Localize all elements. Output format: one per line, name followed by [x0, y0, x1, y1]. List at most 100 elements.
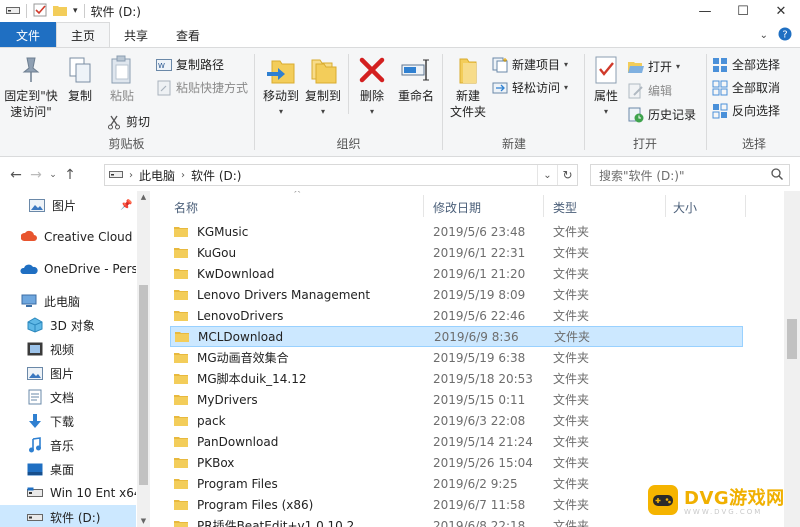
pin-icon: 📌 [120, 200, 133, 211]
new-item-button[interactable]: 新建项目 ▾ [492, 56, 568, 73]
scroll-up-arrow-icon[interactable]: ▲ [137, 193, 150, 201]
address-controls: ⌄ ↻ [537, 165, 577, 185]
nav-item-drive-d[interactable]: 软件 (D:) [0, 505, 136, 527]
nav-item-label: 音乐 [50, 438, 75, 453]
cut-button[interactable]: 剪切 [106, 113, 150, 130]
dropdown-arrow-icon: ▾ [564, 83, 569, 92]
table-row[interactable]: KuGou 2019/6/1 22:31 文件夹 [170, 242, 743, 263]
nav-pane-scrollbar[interactable]: ▲ ▼ [137, 191, 150, 527]
select-none-button[interactable]: 全部取消 [712, 79, 780, 96]
table-row[interactable]: MG脚本duik_14.12 2019/5/18 20:53 文件夹 [170, 368, 743, 389]
nav-item-music[interactable]: 音乐 [0, 433, 136, 457]
delete-button[interactable]: 删除 ▾ [354, 54, 390, 120]
breadcrumb-chevron-icon[interactable]: › [181, 170, 185, 181]
chevron-down-icon[interactable]: ⌄ [760, 30, 768, 41]
file-name: Program Files (x86) [197, 497, 314, 512]
minimize-button[interactable]: — [686, 0, 724, 22]
nav-item-downloads[interactable]: 下载 [0, 409, 136, 433]
properties-button[interactable]: 属性 ▾ [588, 54, 624, 120]
nav-item-this-pc[interactable]: 此电脑 [0, 289, 136, 313]
folder-icon [174, 458, 188, 468]
move-to-icon [265, 54, 297, 86]
scrollbar-thumb[interactable] [139, 285, 148, 485]
history-button[interactable]: 历史记录 [628, 106, 696, 123]
table-row[interactable]: PanDownload 2019/5/14 21:24 文件夹 [170, 431, 743, 452]
breadcrumb-chevron-icon[interactable]: › [129, 170, 133, 181]
nav-item-desktop[interactable]: 桌面 [0, 457, 136, 481]
select-group-label: 选择 [741, 137, 766, 151]
tab-view[interactable]: 查看 [162, 22, 214, 48]
up-arrow-icon[interactable]: ↑ [60, 167, 80, 183]
open-group: 属性 ▾ 打开 ▾ 编辑 历史记录 打开 [586, 48, 704, 156]
table-row[interactable]: pack 2019/6/3 22:08 文件夹 [170, 410, 743, 431]
nav-item-videos[interactable]: 视频 [0, 337, 136, 361]
table-row[interactable]: KGMusic 2019/5/6 23:48 文件夹 [170, 221, 743, 242]
table-row[interactable]: Lenovo Drivers Management 2019/5/19 8:09 文… [170, 284, 743, 305]
tab-home[interactable]: 主页 [56, 22, 111, 48]
documents-icon [26, 389, 44, 405]
paste-shortcut-button[interactable]: 粘贴快捷方式 [156, 79, 248, 96]
properties-check-icon[interactable] [33, 3, 47, 20]
folder-icon [174, 374, 188, 384]
tab-share[interactable]: 共享 [110, 22, 162, 48]
rename-button[interactable]: 重命名 [394, 54, 438, 104]
table-row[interactable]: MCLDownload 2019/6/9 8:36 文件夹 [170, 326, 743, 347]
help-icon[interactable]: ? [778, 27, 792, 44]
refresh-icon[interactable]: ↻ [557, 165, 577, 185]
copy-to-button[interactable]: 复制到 ▾ [304, 54, 342, 120]
dropdown-arrow-icon: ▾ [564, 60, 569, 69]
nav-item-creative-cloud[interactable]: Creative Cloud F [0, 225, 136, 249]
music-icon [26, 437, 44, 453]
nav-item-documents[interactable]: 文档 [0, 385, 136, 409]
table-row[interactable]: PKBox 2019/5/26 15:04 文件夹 [170, 452, 743, 473]
scrollbar-thumb[interactable] [787, 319, 797, 359]
table-row[interactable]: LenovoDrivers 2019/5/6 22:46 文件夹 [170, 305, 743, 326]
table-row[interactable]: MyDrivers 2019/5/15 0:11 文件夹 [170, 389, 743, 410]
new-folder-label: 新建 文件夹 [449, 89, 486, 119]
edit-button[interactable]: 编辑 [628, 82, 672, 99]
column-header-size[interactable]: 大小 [673, 199, 697, 216]
new-folder-button[interactable]: 新建 文件夹 [446, 54, 490, 120]
nav-item-3d-objects[interactable]: 3D 对象 [0, 313, 136, 337]
back-arrow-icon[interactable]: ← [6, 167, 26, 183]
move-to-button[interactable]: 移动到 ▾ [262, 54, 300, 120]
easy-access-button[interactable]: 轻松访问 ▾ [492, 79, 568, 96]
table-row[interactable]: MG动画音效集合 2019/5/19 6:38 文件夹 [170, 347, 743, 368]
copy-path-button[interactable]: W 复制路径 [156, 56, 224, 73]
table-row[interactable]: KwDownload 2019/6/1 21:20 文件夹 [170, 263, 743, 284]
file-type: 文件夹 [553, 519, 590, 527]
divider [745, 195, 746, 217]
breadcrumb-this-pc[interactable]: 此电脑 [139, 167, 175, 184]
folder-icon [174, 395, 188, 405]
column-header-modified[interactable]: 修改日期 [433, 199, 481, 216]
paste-button[interactable]: 粘贴 [104, 54, 140, 104]
nav-item-drive-c[interactable]: Win 10 Ent x64 [0, 481, 136, 505]
column-header-type[interactable]: 类型 [553, 199, 577, 216]
close-button[interactable]: ✕ [762, 0, 800, 22]
pictures-icon [26, 365, 44, 381]
invert-selection-button[interactable]: 反向选择 [712, 102, 780, 119]
file-name: Program Files [197, 476, 278, 491]
copy-button[interactable]: 复制 [64, 54, 96, 104]
breadcrumb-drive-d[interactable]: 软件 (D:) [191, 167, 241, 184]
select-all-button[interactable]: 全部选择 [712, 56, 780, 73]
forward-arrow-icon[interactable]: → [26, 167, 46, 183]
drive-icon [6, 4, 20, 18]
recent-locations-chevron-icon[interactable]: ⌄ [46, 170, 60, 180]
maximize-button[interactable]: ☐ [724, 0, 762, 22]
customize-dropdown-icon[interactable]: ▾ [73, 6, 78, 16]
open-button[interactable]: 打开 ▾ [628, 58, 680, 75]
site-watermark: DVG游戏网 WWW.DVG.COM [648, 474, 796, 526]
new-folder-quick-icon[interactable] [53, 4, 67, 19]
nav-item-pictures[interactable]: 图片 [0, 361, 136, 385]
search-box[interactable]: 搜索"软件 (D:)" [590, 164, 790, 186]
nav-item-label: 图片 [50, 366, 75, 381]
scroll-down-arrow-icon[interactable]: ▼ [137, 517, 150, 525]
nav-item-onedrive[interactable]: OneDrive - Perso [0, 257, 136, 281]
pin-quick-access-button[interactable]: 固定到"快速访问" [4, 54, 58, 120]
address-dropdown-icon[interactable]: ⌄ [537, 165, 557, 185]
column-header-name[interactable]: 名称 [174, 199, 198, 216]
tab-file[interactable]: 文件 [0, 22, 57, 48]
address-bar[interactable]: › 此电脑 › 软件 (D:) ⌄ ↻ [104, 164, 578, 186]
nav-item-pictures-pinned[interactable]: 图片 📌 [0, 193, 136, 217]
